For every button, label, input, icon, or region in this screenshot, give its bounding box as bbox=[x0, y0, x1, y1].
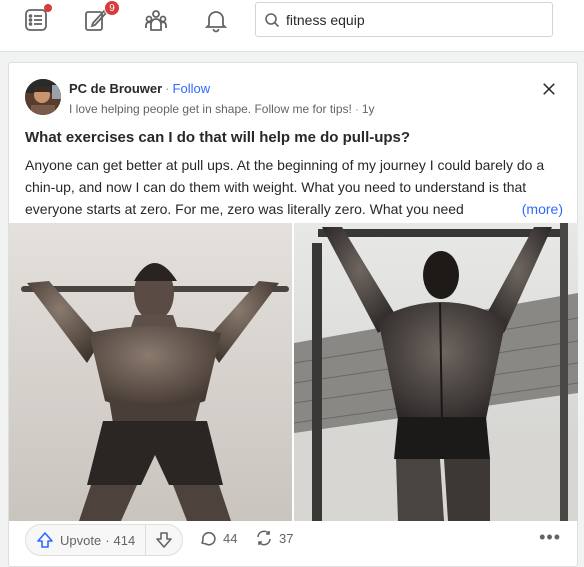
notification-dot bbox=[44, 4, 52, 12]
upvote-separator: · bbox=[105, 532, 110, 548]
separator: · bbox=[354, 102, 359, 116]
search-box[interactable] bbox=[255, 2, 553, 37]
reshare-icon bbox=[257, 530, 271, 546]
action-bar: Upvote · 414 44 37 ••• bbox=[9, 521, 579, 567]
comment-count: 44 bbox=[223, 530, 238, 546]
upvote-arrow-icon bbox=[37, 532, 53, 548]
share-count: 37 bbox=[279, 530, 294, 546]
search-input[interactable] bbox=[286, 11, 536, 28]
following-feed-icon[interactable] bbox=[20, 4, 52, 36]
close-icon[interactable] bbox=[537, 77, 561, 101]
vote-group: Upvote · 414 bbox=[25, 524, 184, 556]
upvote-count: 414 bbox=[113, 532, 136, 548]
answer-badge: 9 bbox=[104, 0, 120, 16]
post-age: 1y bbox=[361, 102, 375, 116]
follow-link[interactable]: Follow bbox=[173, 81, 211, 96]
upvote-label: Upvote bbox=[60, 532, 102, 548]
spaces-icon[interactable] bbox=[140, 4, 172, 36]
bio-text: I love helping people get in shape. Foll… bbox=[69, 102, 352, 116]
comment-icon bbox=[201, 531, 216, 546]
answer-icon[interactable]: 9 bbox=[80, 0, 120, 36]
downvote-arrow-icon bbox=[156, 532, 173, 548]
downvote-button[interactable] bbox=[146, 525, 182, 555]
search-icon bbox=[265, 12, 280, 27]
avatar[interactable] bbox=[25, 79, 61, 115]
upvote-button[interactable]: Upvote · 414 bbox=[26, 525, 147, 555]
answer-image-right[interactable] bbox=[294, 223, 578, 521]
question-title[interactable]: What exercises can I do that will help m… bbox=[25, 129, 410, 146]
more-options-icon[interactable]: ••• bbox=[539, 527, 561, 548]
answer-excerpt[interactable]: Anyone can get better at pull ups. At th… bbox=[25, 154, 565, 220]
answer-card: PC de Brouwer · Follow I love helping peop… bbox=[8, 62, 578, 567]
author-line: PC de Brouwer · Follow bbox=[69, 81, 210, 96]
separator: · bbox=[165, 81, 170, 96]
answer-image-left[interactable] bbox=[9, 223, 292, 521]
author-name[interactable]: PC de Brouwer bbox=[69, 81, 162, 96]
more-link[interactable]: (more) bbox=[501, 198, 563, 220]
comment-button[interactable]: 44 bbox=[199, 529, 237, 547]
top-nav: 9 bbox=[0, 0, 584, 52]
notifications-icon[interactable] bbox=[200, 4, 232, 36]
author-bio: I love helping people get in shape. Foll… bbox=[69, 102, 375, 116]
share-button[interactable]: 37 bbox=[255, 529, 293, 547]
